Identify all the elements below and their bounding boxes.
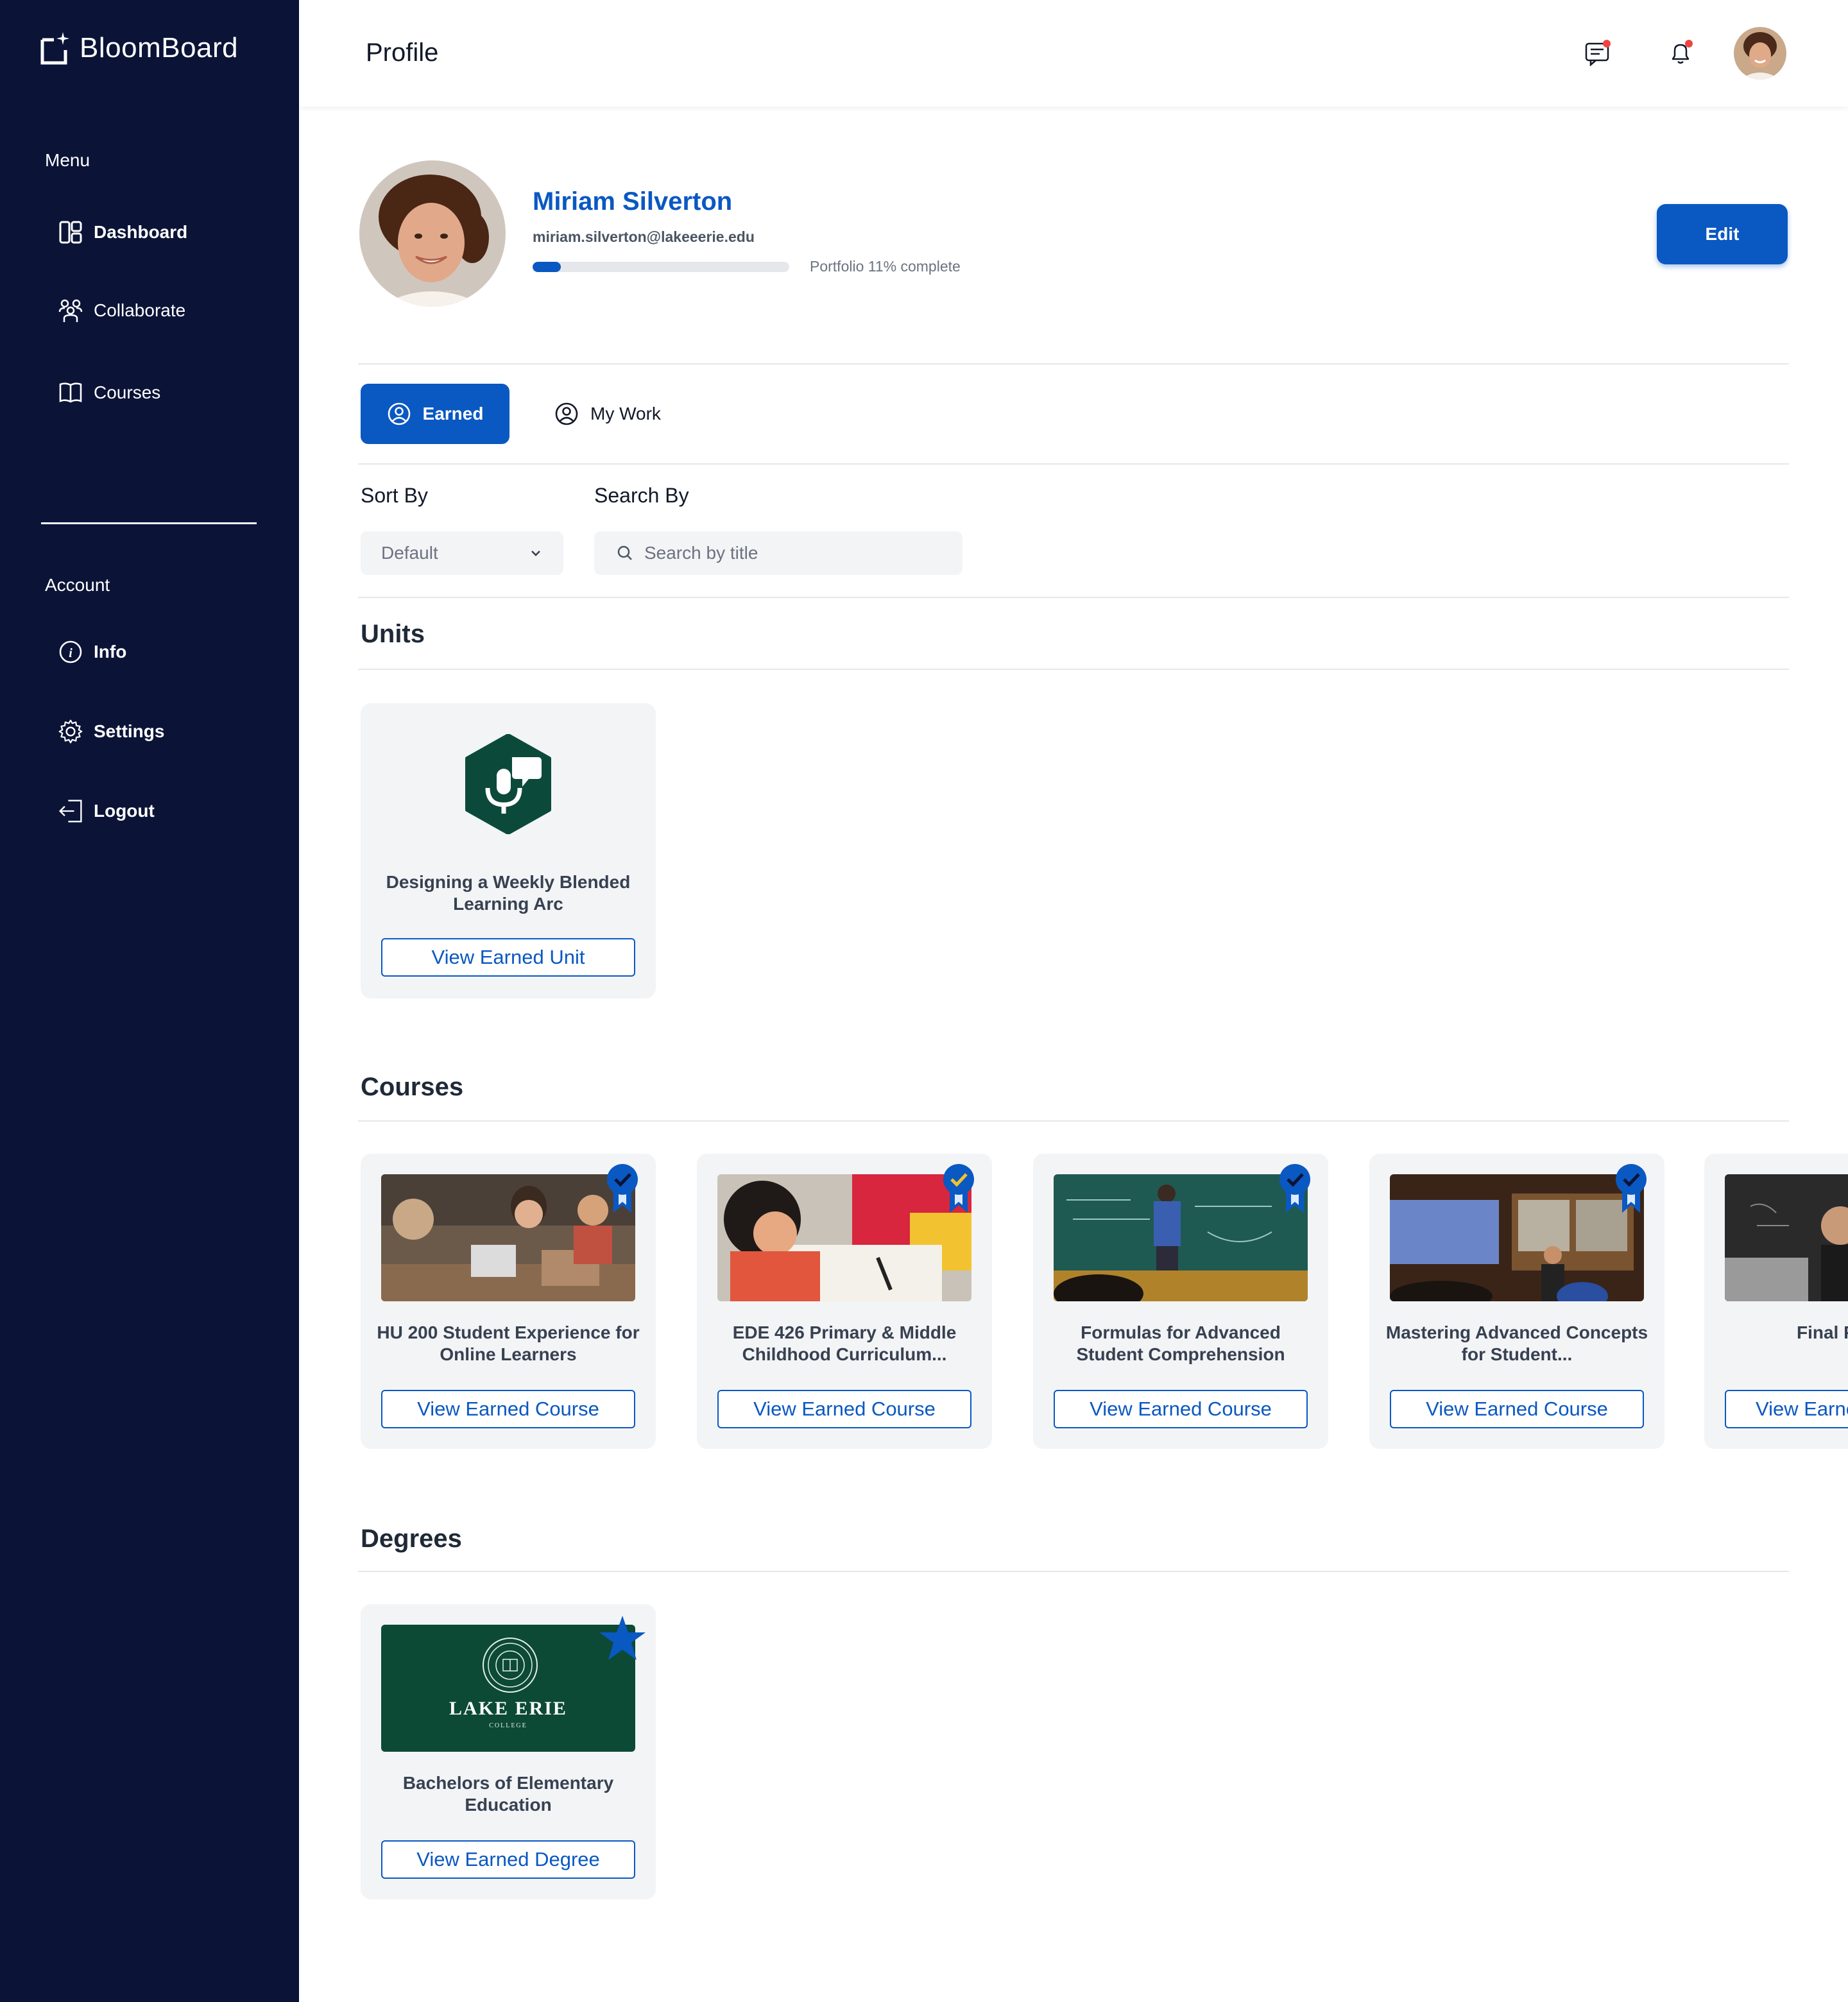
sidebar-item-settings[interactable]: Settings <box>58 719 164 744</box>
sidebar-item-label: Logout <box>94 801 155 821</box>
course-thumbnail <box>1725 1174 1848 1301</box>
account-heading: Account <box>45 575 110 595</box>
sidebar-item-collaborate[interactable]: Collaborate <box>58 298 185 323</box>
degrees-heading: Degrees <box>361 1525 462 1553</box>
view-earned-course-button[interactable]: View Earned Course <box>717 1390 971 1428</box>
degree-card: LAKE ERIE COLLEGE Bachelors of Elementar… <box>361 1604 656 1899</box>
course-title: Formulas for Advanced Student Comprehens… <box>1076 1322 1285 1364</box>
brand-name: BloomBoard <box>80 32 239 64</box>
verified-badge-icon <box>1613 1163 1649 1214</box>
sidebar-item-label: Dashboard <box>94 222 188 242</box>
course-title: Final P <box>1797 1322 1848 1342</box>
sidebar-item-courses[interactable]: Courses <box>58 380 160 406</box>
course-card: EDE 426 Primary & Middle Childhood Curri… <box>697 1154 992 1449</box>
sidebar-item-info[interactable]: i Info <box>58 639 126 665</box>
degree-title: Bachelors of Elementary Education <box>402 1773 614 1815</box>
dashboard-icon <box>58 219 83 245</box>
svg-text:i: i <box>69 646 73 660</box>
brand-logo[interactable]: BloomBoard <box>40 31 238 65</box>
menu-heading: Menu <box>45 150 90 170</box>
course-card: HU 200 Student Experience for Online Lea… <box>361 1154 656 1449</box>
sidebar: BloomBoard Menu Dashboard Collaborate Co… <box>0 0 299 2002</box>
info-icon: i <box>58 639 83 665</box>
verified-badge-icon <box>1277 1163 1313 1214</box>
sidebar-item-label: Settings <box>94 721 165 741</box>
sidebar-item-label: Courses <box>94 382 161 402</box>
course-title: Mastering Advanced Concepts for Student.… <box>1385 1322 1648 1364</box>
college-logo-subtext: COLLEGE <box>489 1722 527 1729</box>
verified-badge-icon <box>604 1163 640 1214</box>
book-icon <box>58 380 83 406</box>
view-earned-course-button[interactable]: View Earned Course <box>1054 1390 1308 1428</box>
college-seal-icon <box>481 1636 539 1694</box>
college-logo-text: LAKE ERIE <box>449 1698 567 1719</box>
sidebar-divider <box>41 522 257 524</box>
course-card: Formulas for Advanced Student Comprehens… <box>1033 1154 1328 1449</box>
verified-badge-icon <box>941 1163 977 1214</box>
sidebar-item-dashboard[interactable]: Dashboard <box>58 219 187 245</box>
course-thumbnail <box>717 1174 971 1301</box>
course-thumbnail <box>1054 1174 1308 1301</box>
sidebar-item-label: Collaborate <box>94 300 186 320</box>
course-card: Mastering Advanced Concepts for Student.… <box>1369 1154 1664 1449</box>
course-thumbnail <box>381 1174 635 1301</box>
sidebar-item-logout[interactable]: Logout <box>58 798 155 824</box>
course-title: EDE 426 Primary & Middle Childhood Curri… <box>732 1322 957 1364</box>
divider <box>358 1571 1789 1572</box>
logout-icon <box>58 798 83 824</box>
view-earned-degree-button[interactable]: View Earned Degree <box>381 1840 635 1879</box>
sidebar-item-label: Info <box>94 642 127 662</box>
course-card: Final P View Earne <box>1704 1154 1848 1449</box>
people-icon <box>58 298 83 323</box>
view-earned-course-button[interactable]: View Earne <box>1725 1390 1848 1428</box>
course-thumbnail <box>1390 1174 1644 1301</box>
logo-icon <box>40 31 73 65</box>
course-title: HU 200 Student Experience for Online Lea… <box>377 1322 640 1364</box>
star-icon <box>597 1613 648 1664</box>
view-earned-course-button[interactable]: View Earned Course <box>1390 1390 1644 1428</box>
gear-icon <box>58 719 83 744</box>
view-earned-course-button[interactable]: View Earned Course <box>381 1390 635 1428</box>
